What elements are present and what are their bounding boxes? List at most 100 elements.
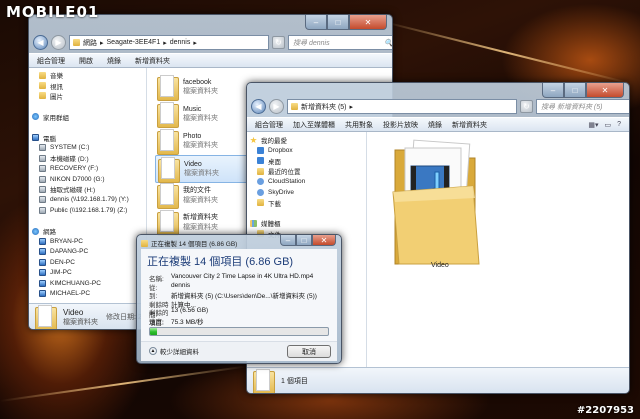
breadcrumb-item[interactable]: dennis (170, 39, 191, 46)
back-button[interactable]: ◀ (33, 35, 48, 50)
toolbar-burn[interactable]: 燒錄 (428, 120, 442, 130)
background-streak (379, 20, 633, 85)
nav-item[interactable]: 桌面 (247, 156, 366, 166)
toolbar-open[interactable]: 開啟 (79, 56, 93, 66)
nav-item[interactable]: 家用群組 (29, 112, 146, 122)
close-button[interactable]: ✕ (349, 15, 387, 30)
refresh-button[interactable]: ↻ (272, 36, 285, 49)
folder-text: 新增資料夾 檔案資料夾 (183, 212, 218, 232)
folder-name: Video (184, 160, 202, 168)
search-input[interactable]: 搜尋 dennis 🔍 (288, 35, 392, 50)
computer-icon (39, 258, 46, 266)
nav-item[interactable]: CloudStation (247, 177, 366, 187)
drive-icon (39, 175, 46, 183)
nav-item[interactable]: 抽取式磁碟 (H:) (29, 184, 146, 194)
toolbar-new-folder[interactable]: 新增資料夾 (452, 120, 487, 130)
nav-item[interactable]: KIMCHUANG-PC (29, 278, 146, 288)
nav-item-label: DAPANG-PC (50, 248, 89, 256)
breadcrumb-item[interactable]: Seagate-3EE4F1 (107, 39, 161, 46)
address-bar[interactable]: 新增資料夾 (5) ▸ (287, 99, 517, 114)
video-folder-icon[interactable] (389, 136, 481, 266)
preview-pane-icon[interactable]: ▭ (604, 121, 611, 129)
nav-item[interactable]: SkyDrive (247, 187, 366, 197)
toolbar-organize[interactable]: 組合管理 (37, 56, 65, 66)
toolbar-organize[interactable]: 組合管理 (255, 120, 283, 130)
nav-item[interactable]: RECOVERY (F:) (29, 164, 146, 174)
detail-value: Vancouver City 2 Time Lapse in 4K Ultra … (171, 273, 314, 280)
computer-icon (39, 248, 46, 256)
nav-item[interactable]: 本機磁碟 (D:) (29, 153, 146, 163)
minimize-button[interactable]: – (542, 83, 564, 98)
folder-name: facebook (183, 78, 212, 86)
folder-name: 新增資料夾 (183, 214, 218, 221)
nav-item[interactable]: 下載 (247, 197, 366, 208)
copy-progress-dialog[interactable]: 正在複製 14 個項目 (6.86 GB) – □ ✕ 正在複製 14 個項目 … (136, 234, 342, 364)
nav-item[interactable]: SYSTEM (C:) (29, 143, 146, 153)
cancel-button[interactable]: 取消 (287, 345, 331, 358)
toolbar-slideshow[interactable]: 投影片放映 (383, 120, 418, 130)
nav-item[interactable]: 最近的位置 (247, 166, 366, 176)
back-button[interactable]: ◀ (251, 99, 266, 114)
nav-item-label: BRYAN-PC (50, 237, 83, 245)
less-details-toggle[interactable]: ▲ 較少詳細資料 (149, 346, 199, 356)
help-icon[interactable]: ? (617, 121, 621, 129)
nav-item[interactable]: dennis (\\192.168.1.79) (Y:) (29, 195, 146, 205)
network-drive-icon (39, 206, 46, 214)
nav-item[interactable]: 圖片 (29, 91, 146, 101)
nav-item[interactable]: Dropbox (247, 145, 366, 155)
downloads-icon (257, 199, 264, 207)
copy-icon (141, 239, 148, 247)
nav-item[interactable]: 音樂 (29, 70, 146, 80)
view-options-icon[interactable]: ▦▾ (588, 121, 598, 129)
nav-item[interactable]: BRYAN-PC (29, 236, 146, 246)
forward-button[interactable]: ▶ (51, 35, 66, 50)
folder-icon (157, 210, 179, 236)
folder-type: 檔案資料夾 (183, 197, 218, 204)
address-bar[interactable]: 網路 ▸ Seagate-3EE4F1 ▸ dennis ▸ (69, 35, 269, 50)
maximize-button[interactable]: □ (296, 235, 312, 246)
maximize-button[interactable]: □ (564, 83, 586, 98)
nav-item-label: 圖片 (50, 93, 63, 101)
dialog-body: 正在複製 14 個項目 (6.86 GB) 名稱: Vancouver City … (141, 249, 337, 361)
nav-item-label: 抽取式磁碟 (H:) (50, 187, 96, 195)
search-input[interactable]: 搜尋 新增資料夾 (5) 🔍 (536, 99, 629, 114)
folder-icon (291, 103, 298, 110)
nav-item[interactable]: 視訊 (29, 80, 146, 91)
network-icon (32, 227, 39, 235)
breadcrumb-item[interactable]: 網路 (83, 38, 97, 48)
file-list[interactable]: Video (367, 132, 629, 367)
nav-item[interactable]: 我的最愛 (247, 135, 366, 145)
details-pane: 1 個項目 (247, 367, 629, 393)
navigation-pane[interactable]: 音樂 視訊圖片家用群組電腦 SYSTEM (C:) 本機磁碟 (D:) RECOVERY… (29, 68, 147, 303)
computer-icon (32, 134, 39, 142)
nav-item[interactable]: 電腦 (29, 132, 146, 143)
nav-item[interactable]: 媒體櫃 (247, 218, 366, 228)
nav-item[interactable]: DAPANG-PC (29, 247, 146, 257)
nav-item[interactable]: NIKON D7000 (G:) (29, 174, 146, 184)
nav-item[interactable]: DEN-PC (29, 257, 146, 267)
forward-button[interactable]: ▶ (269, 99, 284, 114)
minimize-button[interactable]: – (305, 15, 327, 30)
toolbar-burn[interactable]: 燒錄 (107, 56, 121, 66)
favorites-star-icon (250, 136, 257, 144)
nav-item[interactable]: Public (\\192.168.1.79) (Z:) (29, 205, 146, 215)
toolbar-share-with[interactable]: 共用對象 (345, 120, 373, 130)
refresh-button[interactable]: ↻ (520, 100, 533, 113)
libraries-icon (250, 219, 257, 227)
nav-item[interactable]: MICHAEL-PC (29, 288, 146, 298)
toolbar-new-folder[interactable]: 新增資料夾 (135, 56, 170, 66)
nav-item[interactable]: JIM-PC (29, 267, 146, 277)
minimize-button[interactable]: – (280, 235, 296, 246)
close-button[interactable]: ✕ (312, 235, 336, 246)
folder-type: 檔案資料夾 (184, 169, 219, 177)
image-id-watermark: #2207953 (576, 405, 634, 416)
command-bar: 組合管理 加入至媒體櫃 共用對象 投影片放映 燒錄 新增資料夾 ▦▾ ▭ ? (247, 117, 629, 132)
breadcrumb-item[interactable]: 新增資料夾 (5) (301, 102, 347, 112)
item-label[interactable]: Video (431, 262, 449, 269)
nav-item[interactable]: 網路 (29, 226, 146, 236)
toolbar-add-to-library[interactable]: 加入至媒體櫃 (293, 120, 335, 130)
maximize-button[interactable]: □ (327, 15, 349, 30)
close-button[interactable]: ✕ (586, 83, 624, 98)
